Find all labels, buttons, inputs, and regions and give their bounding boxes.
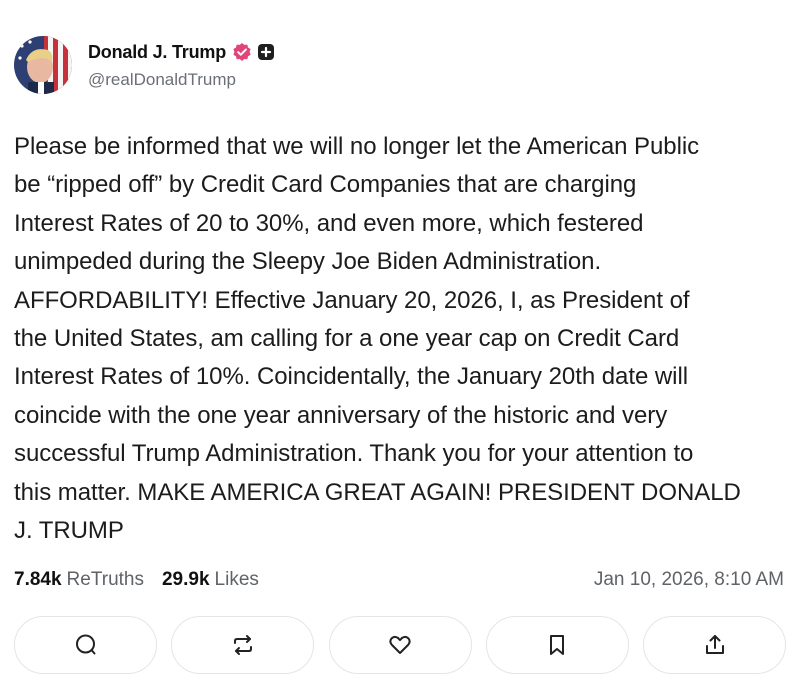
retruths-stat[interactable]: 7.84k ReTruths	[14, 569, 144, 591]
retruth-icon	[230, 632, 256, 658]
author-identity: Donald J. Trump @realDonaldTrump	[88, 40, 275, 90]
name-row: Donald J. Trump	[88, 40, 275, 64]
bookmark-button[interactable]	[485, 616, 629, 674]
likes-stat[interactable]: 29.9k Likes	[162, 569, 259, 591]
likes-label: Likes	[214, 569, 259, 590]
post-stats: 7.84k ReTruths 29.9k Likes Jan 10, 2026,…	[14, 566, 784, 594]
like-heart-icon	[387, 632, 413, 658]
verified-badge-icon	[232, 42, 252, 62]
like-button[interactable]	[328, 616, 472, 674]
share-icon	[702, 632, 728, 658]
post-header: Donald J. Trump @realDonaldTrump	[14, 36, 275, 94]
likes-count: 29.9k	[161, 569, 210, 590]
post-timestamp[interactable]: Jan 10, 2026, 8:10 AM	[594, 569, 784, 591]
action-bar	[14, 616, 786, 676]
reply-button[interactable]	[14, 616, 157, 674]
share-button[interactable]	[643, 616, 786, 674]
avatar[interactable]	[14, 36, 72, 94]
author-handle[interactable]: @realDonaldTrump	[88, 70, 275, 90]
retruth-button[interactable]	[171, 616, 315, 674]
bookmark-icon	[544, 632, 570, 658]
truth-post: Donald J. Trump @realDonaldTrump Please …	[0, 0, 800, 692]
retruths-label: ReTruths	[66, 569, 144, 590]
plus-badge-icon	[257, 43, 275, 61]
reply-icon	[73, 632, 99, 658]
post-body-text: Please be informed that we will no longe…	[14, 133, 741, 545]
avatar-image	[14, 36, 72, 94]
display-name[interactable]: Donald J. Trump	[88, 42, 226, 63]
retruths-count: 7.84k	[14, 569, 62, 590]
